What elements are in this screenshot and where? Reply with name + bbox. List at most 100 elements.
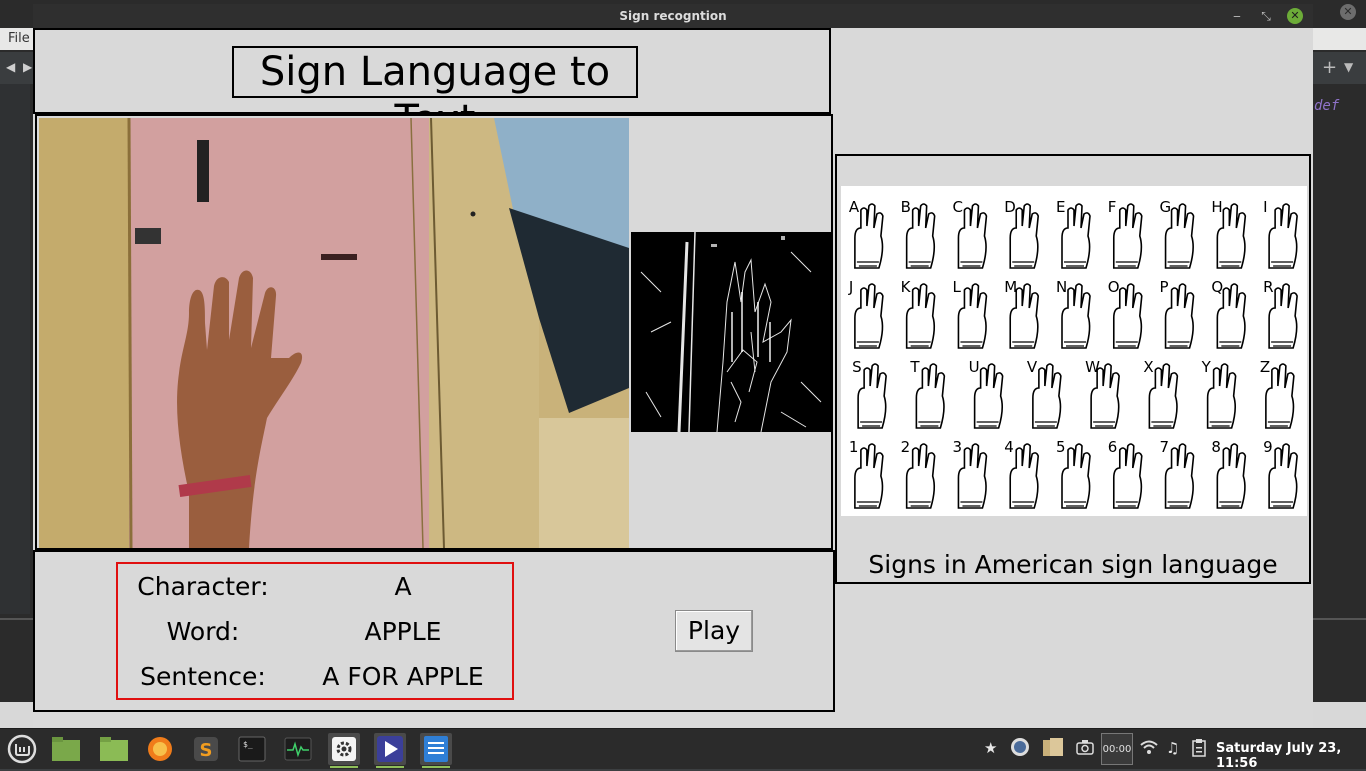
asl-sign-R: R [1263, 278, 1298, 349]
firefox-icon[interactable] [144, 733, 176, 765]
asl-letter-label: 3 [952, 438, 962, 456]
hand-sketch [1061, 203, 1091, 269]
play-button[interactable]: Play [675, 610, 753, 652]
mint-menu-icon[interactable] [6, 733, 38, 765]
page-title: Sign Language to Text [232, 46, 638, 143]
asl-letter-label: T [909, 358, 920, 376]
hand-sketch [957, 443, 988, 509]
asl-sign-J: J [848, 278, 884, 349]
asl-letter-label: 7 [1160, 438, 1170, 456]
hand-sketch [1268, 203, 1298, 269]
character-label: Character: [137, 572, 269, 601]
clipboard-icon[interactable] [1042, 738, 1064, 761]
update-manager-icon[interactable] [1010, 738, 1030, 761]
asl-sign-4: 4 [1004, 438, 1040, 509]
asl-letter-label: D [1004, 198, 1016, 216]
asl-letter-label: P [1160, 278, 1169, 296]
asl-letter-label: Z [1260, 358, 1270, 376]
asl-sign-P: P [1160, 278, 1195, 349]
wifi-icon[interactable] [1140, 739, 1158, 759]
background-new-tab-icon[interactable]: + [1322, 57, 1337, 78]
svg-text:S: S [200, 740, 213, 761]
asl-sign-H: H [1211, 198, 1247, 269]
hand-sketch [1164, 443, 1195, 509]
asl-sign-C: C [952, 198, 988, 269]
system-monitor-icon[interactable] [282, 733, 314, 765]
asl-letter-label: 2 [901, 438, 911, 456]
asl-letter-label: 4 [1004, 438, 1014, 456]
background-line-gutter [0, 84, 30, 614]
asl-letter-label: E [1056, 198, 1065, 216]
hand-sketch [1216, 443, 1247, 509]
asl-sign-K: K [901, 278, 936, 349]
background-nav-arrows-icon[interactable]: ◀ ▶ [6, 60, 34, 74]
asl-sign-U: U [969, 358, 1004, 429]
window-titlebar: Sign recogntion ‒ ⤡ ✕ [33, 4, 1313, 28]
sublime-text-icon[interactable]: S [190, 733, 222, 765]
asl-letter-label: H [1211, 198, 1222, 216]
asl-chart-image: A B C D E F G H I J K L M N O P Q R S T U V W X Y Z 1 2 3 4 5 6 7 8 9 [841, 186, 1307, 516]
music-note-icon[interactable]: ♫ [1166, 739, 1179, 757]
asl-letter-label: G [1160, 198, 1172, 216]
hand-sketch [1112, 443, 1143, 509]
asl-sign-N: N [1056, 278, 1091, 349]
asl-letter-label: A [849, 198, 860, 216]
hand-sketch [854, 443, 884, 509]
background-tab-menu-icon[interactable]: ▼ [1344, 60, 1353, 74]
asl-sign-G: G [1160, 198, 1195, 269]
notes-icon[interactable] [1192, 739, 1206, 761]
clock[interactable]: Saturday July 23, 11:56 [1216, 741, 1366, 771]
star-icon[interactable]: ★ [984, 739, 997, 757]
asl-sign-L: L [952, 278, 988, 349]
asl-sign-Q: Q [1211, 278, 1247, 349]
media-player-icon[interactable] [374, 733, 406, 768]
text-editor-icon[interactable] [420, 733, 452, 768]
asl-letter-label: U [969, 358, 980, 376]
asl-letter-label: V [1027, 358, 1038, 376]
asl-sign-E: E [1056, 198, 1091, 269]
minimize-icon[interactable]: ‒ [1229, 8, 1245, 24]
asl-letter-label: 6 [1108, 438, 1118, 456]
asl-sign-S: S [852, 358, 887, 429]
background-code-area [1314, 84, 1366, 604]
asl-letter-label: Y [1201, 358, 1212, 376]
asl-letter-label: C [952, 198, 962, 216]
asl-sign-1: 1 [849, 438, 884, 509]
folder-icon[interactable] [98, 733, 130, 765]
hand-sketch [957, 283, 988, 349]
window-title: Sign recogntion [619, 9, 727, 23]
webcam-feed-image [39, 118, 629, 548]
settings-icon[interactable] [328, 733, 360, 768]
hand-sketch [905, 283, 936, 349]
files-icon[interactable] [50, 733, 82, 765]
hand-sketch [854, 283, 884, 349]
asl-letter-label: X [1143, 358, 1153, 376]
asl-sign-X: X [1143, 358, 1179, 429]
asl-sign-F: F [1108, 198, 1143, 269]
asl-letter-label: 5 [1056, 438, 1066, 456]
hand-sketch [1009, 443, 1040, 509]
background-close-icon[interactable]: ✕ [1340, 4, 1356, 20]
taskbar: S $_ ★ 00:00 ♫ Saturday July 23, 11:56 [0, 728, 1366, 771]
close-icon[interactable]: ✕ [1287, 8, 1303, 24]
background-file-menu[interactable]: File [8, 31, 30, 46]
maximize-icon[interactable]: ⤡ [1258, 8, 1274, 24]
asl-caption: Signs in American sign language [868, 550, 1278, 579]
asl-letter-label: L [952, 278, 961, 296]
hand-sketch [1061, 443, 1091, 509]
character-value: A [394, 572, 412, 601]
asl-sign-7: 7 [1160, 438, 1195, 509]
background-code-keyword: def [1314, 98, 1340, 114]
asl-sign-A: A [849, 198, 884, 269]
asl-sign-V: V [1027, 358, 1062, 429]
title-panel: Sign Language to Text [33, 28, 831, 143]
asl-reference-panel: A B C D E F G H I J K L M N O P Q R S T U V W X Y Z 1 2 3 4 5 6 7 8 9 Sign… [835, 154, 1311, 584]
timer-indicator[interactable]: 00:00 [1101, 733, 1133, 765]
asl-letter-label: S [852, 358, 862, 376]
terminal-icon[interactable]: $_ [236, 733, 268, 765]
asl-sign-8: 8 [1211, 438, 1247, 509]
hand-sketch [915, 363, 946, 429]
asl-letter-label: N [1056, 278, 1067, 296]
screenshot-camera-icon[interactable] [1076, 739, 1094, 759]
asl-sign-3: 3 [952, 438, 988, 509]
